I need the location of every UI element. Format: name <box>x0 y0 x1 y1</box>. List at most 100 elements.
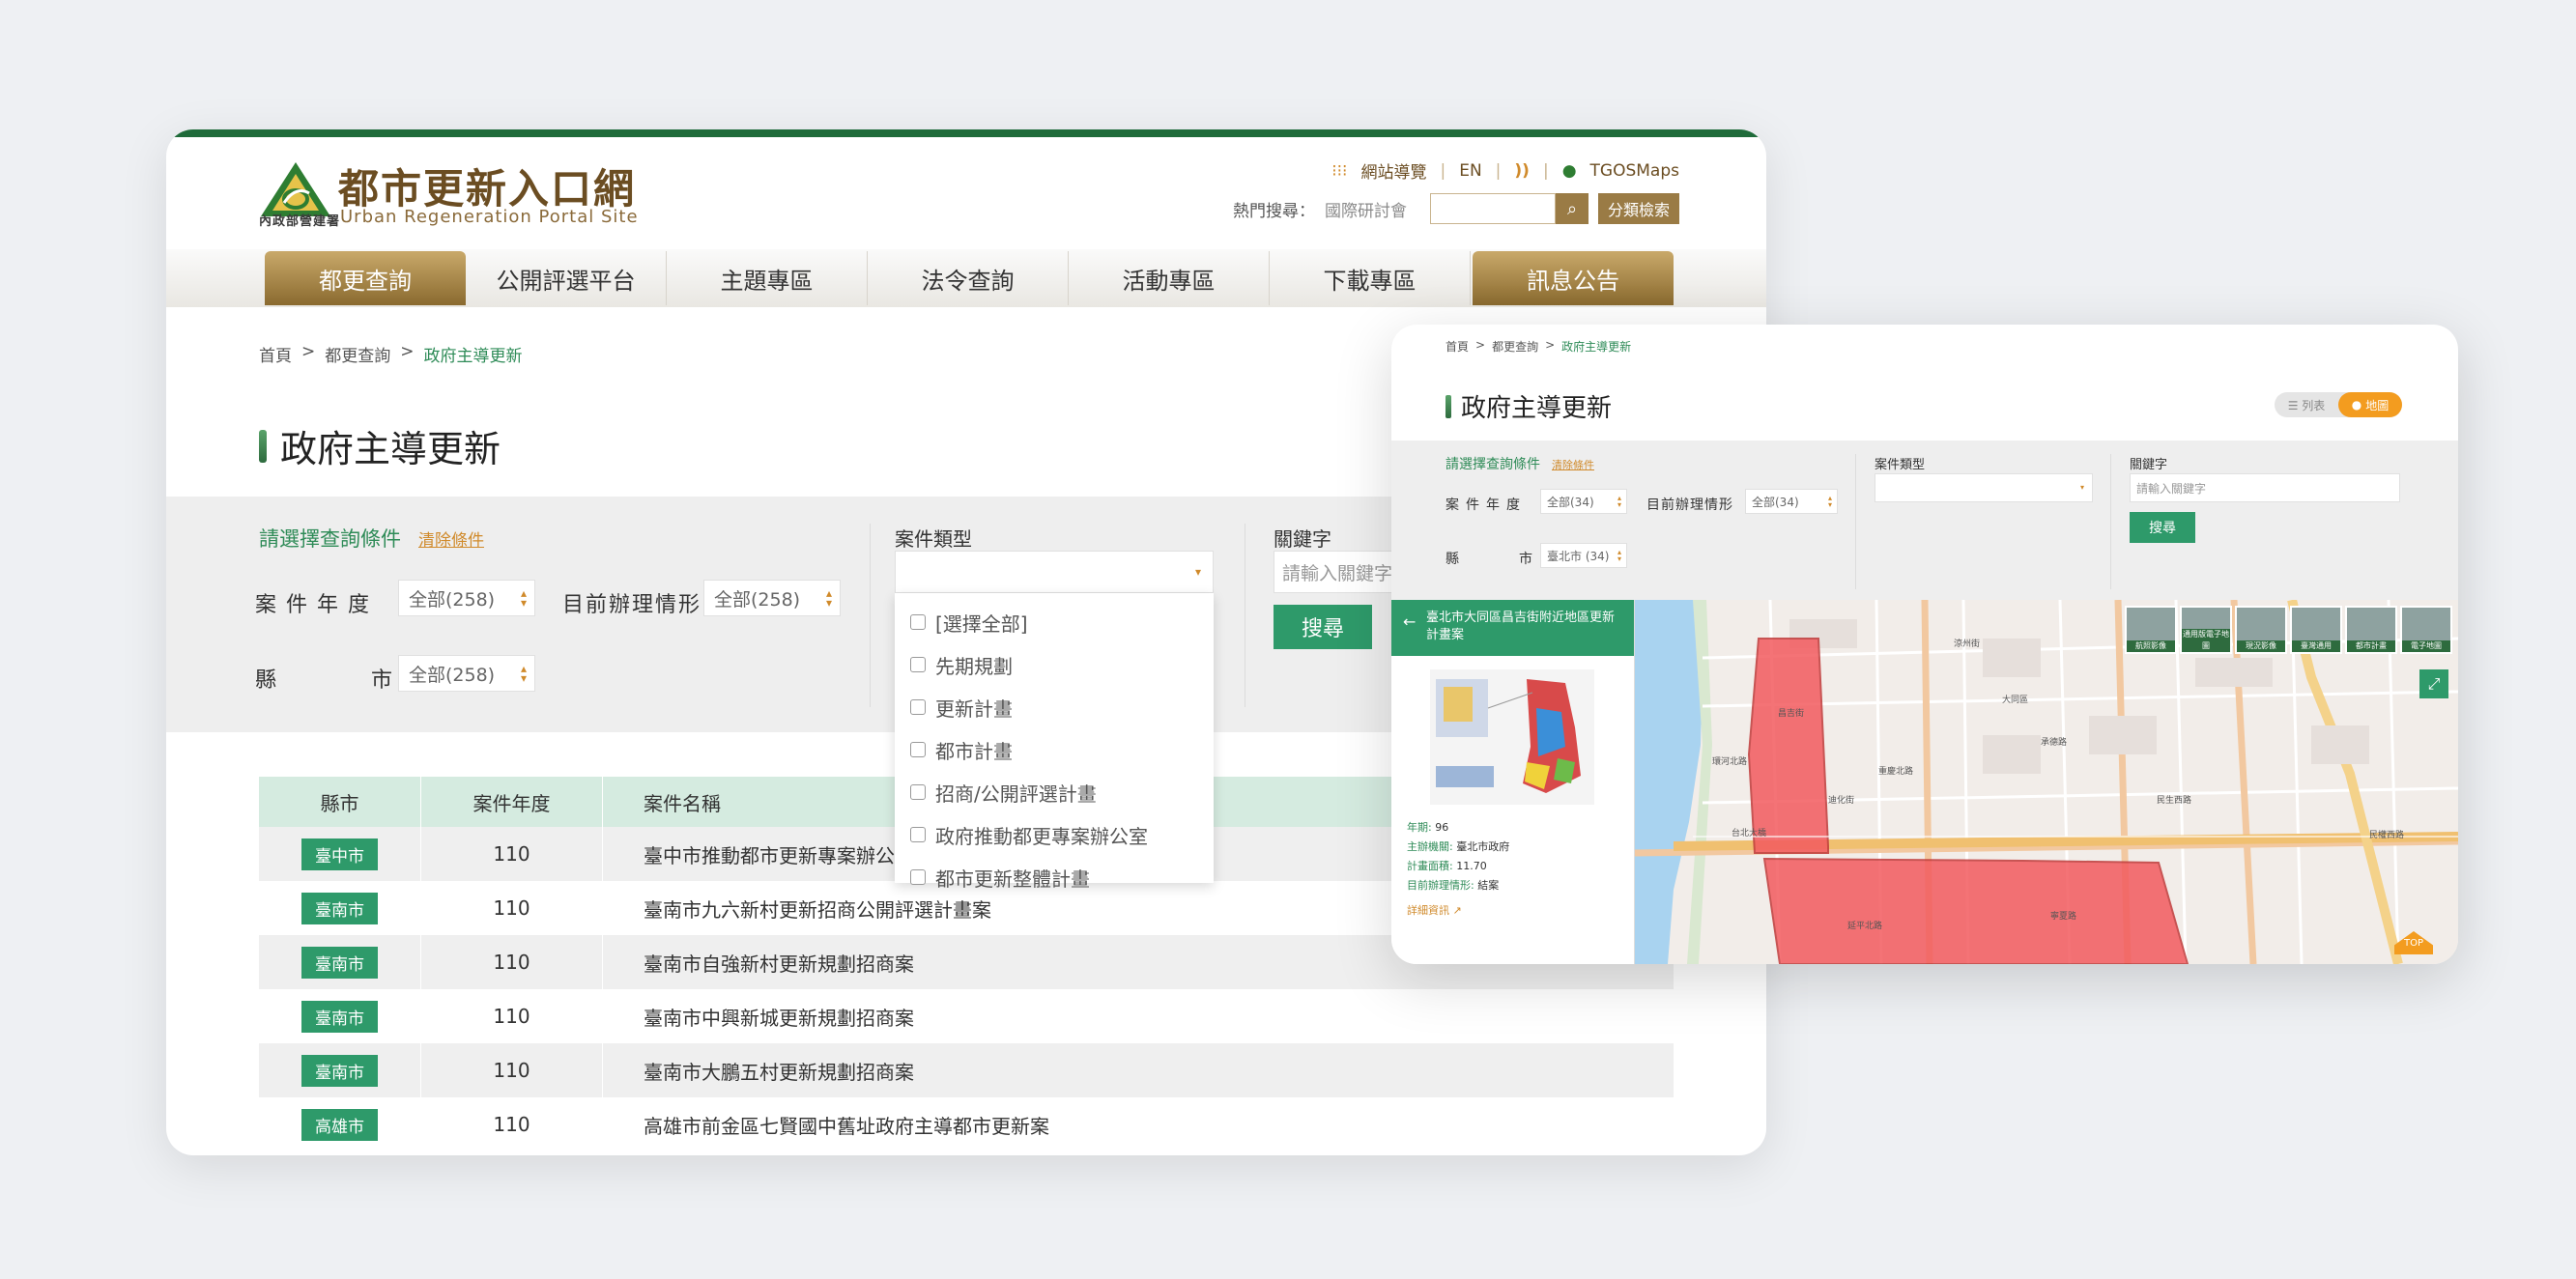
county-tag: 臺南市 <box>301 946 378 979</box>
sitemap-link[interactable]: 網站導覽 <box>1360 158 1426 183</box>
list-view-button[interactable]: ☰ 列表 <box>2275 397 2338 413</box>
hot-search-word[interactable]: 國際研討會 <box>1325 197 1407 221</box>
map-layer-button[interactable]: 現況影像 <box>2235 606 2287 654</box>
table-row[interactable]: 臺南市 110 臺南市大鵬五村更新規劃招商案 <box>259 1043 1674 1097</box>
checkbox-icon[interactable] <box>910 784 926 800</box>
option-label: 都市計畫 <box>935 739 1013 763</box>
county-select[interactable]: 全部(258) ▴ ▾ <box>398 655 535 692</box>
category-search-button[interactable]: 分類檢索 <box>1597 193 1679 224</box>
checkbox-icon[interactable] <box>910 869 926 885</box>
breadcrumb-home[interactable]: 首頁 <box>259 342 292 366</box>
cell-county: 臺南市 <box>259 989 421 1043</box>
checkbox-icon[interactable] <box>910 827 926 842</box>
case-type-dropdown: [選擇全部] 先期規劃 更新計畫 都市計畫 招商/公開評選計畫 政府推動都更專案… <box>895 593 1214 891</box>
keyword-input[interactable]: 請輸入關鍵字 <box>2130 473 2400 502</box>
nav-item-downloads[interactable]: 下載專區 <box>1270 251 1471 305</box>
map-layer-button[interactable]: 通用版電子地圖 <box>2180 606 2232 654</box>
county-tag: 臺南市 <box>301 1054 378 1087</box>
nav-item-news[interactable]: 訊息公告 <box>1473 251 1674 305</box>
status-select-value: 全部(34) <box>1752 495 1799 509</box>
breadcrumb-level1[interactable]: 都更查詢 <box>325 342 390 366</box>
search-button[interactable]: ⌕ <box>1555 193 1589 224</box>
cell-county: 高雄市 <box>259 1097 421 1151</box>
dropdown-option[interactable]: 先期規劃 <box>895 643 1214 686</box>
year-label: 案件年度 <box>1445 497 1527 513</box>
status-select-value: 全部(258) <box>714 588 801 611</box>
cell-name[interactable]: 高雄市前金區七賢國中舊址政府主導都市更新案 <box>603 1097 1674 1151</box>
map-view-button[interactable]: ● 地圖 <box>2338 392 2402 417</box>
stepper-arrows-icon: ▴ ▾ <box>1827 494 1832 509</box>
case-plan-thumbnail[interactable] <box>1430 669 1594 805</box>
dropdown-option[interactable]: 更新計畫 <box>895 686 1214 728</box>
county-select-value: 全部(258) <box>409 664 496 686</box>
dropdown-option[interactable]: 招商/公開評選計畫 <box>895 771 1214 813</box>
map-layer-button[interactable]: 航照影像 <box>2125 606 2177 654</box>
checkbox-icon[interactable] <box>910 742 926 757</box>
map-layer-label: 都市計畫 <box>2347 640 2395 652</box>
case-type-label: 案件類型 <box>1875 458 1926 472</box>
cell-name[interactable]: 臺南市大鵬五村更新規劃招商案 <box>603 1043 1674 1097</box>
page-title: 政府主導更新 <box>259 419 501 472</box>
case-type-select[interactable]: ▾ <box>895 551 1214 593</box>
cell-year: 110 <box>421 827 603 881</box>
case-detail-header: ← 臺北市大同區昌吉街附近地區更新計畫案 <box>1391 600 1634 656</box>
rss-icon[interactable]: )) <box>1514 161 1530 181</box>
checkbox-icon[interactable] <box>910 657 926 672</box>
cell-year: 110 <box>421 1097 603 1151</box>
dropdown-option[interactable]: [選擇全部] <box>895 601 1214 643</box>
case-detail-panel: ← 臺北市大同區昌吉街附近地區更新計畫案 年期: 96 主辦機關: 臺北市政府 … <box>1391 600 1635 964</box>
checkbox-icon[interactable] <box>910 699 926 715</box>
dropdown-option[interactable]: 都市更新整體計畫 <box>895 856 1214 898</box>
county-tag: 高雄市 <box>301 1108 378 1141</box>
table-row[interactable]: 臺南市 110 臺南市中興新城更新規劃招商案 <box>259 989 1674 1043</box>
cell-name[interactable]: 臺南市中興新城更新規劃招商案 <box>603 989 1674 1043</box>
breadcrumb-home[interactable]: 首頁 <box>1445 338 1469 355</box>
dropdown-option[interactable]: 都市計畫 <box>895 728 1214 771</box>
breadcrumb-current: 政府主導更新 <box>423 347 523 366</box>
tgosmaps-link[interactable]: TGOSMaps <box>1590 161 1679 181</box>
map-label: 大同區 <box>2002 696 2029 705</box>
back-arrow-icon[interactable]: ← <box>1403 613 1416 631</box>
case-type-select[interactable]: ▾ <box>1875 473 2093 502</box>
english-link[interactable]: EN <box>1459 161 1481 181</box>
map-layer-button[interactable]: 都市計畫 <box>2345 606 2397 654</box>
cell-year: 110 <box>421 935 603 989</box>
search-icon: ⌕ <box>1566 198 1578 219</box>
nav-item-selection[interactable]: 公開評選平台 <box>466 251 667 305</box>
table-row[interactable]: 高雄市 110 高雄市前金區七賢國中舊址政府主導都市更新案 <box>259 1097 1674 1151</box>
filter-search-button[interactable]: 搜尋 <box>1274 605 1372 649</box>
nav-item-laws[interactable]: 法令查詢 <box>868 251 1069 305</box>
breadcrumb-separator: > <box>400 342 415 361</box>
map-layer-button[interactable]: 電子地圖 <box>2400 606 2452 654</box>
clear-filter-link[interactable]: 清除條件 <box>418 526 484 551</box>
clear-filter-link[interactable]: 清除條件 <box>1552 457 1594 472</box>
checkbox-icon[interactable] <box>910 614 926 630</box>
nav-item-topics[interactable]: 主題專區 <box>667 251 868 305</box>
year-select[interactable]: 全部(258) ▴ ▾ <box>398 580 535 616</box>
county-select[interactable]: 臺北市 (34) ▴ ▾ <box>1540 543 1627 568</box>
breadcrumb-level1[interactable]: 都更查詢 <box>1492 338 1538 355</box>
map-label: 民權西路 <box>2369 831 2405 840</box>
filter-heading-text: 請選擇查詢條件 <box>1445 457 1540 472</box>
status-select[interactable]: 全部(258) ▴ ▾ <box>703 580 841 616</box>
filter-search-button[interactable]: 搜尋 <box>2130 512 2195 543</box>
info-key: 計畫面積: <box>1407 860 1453 872</box>
list-view-label: 列表 <box>2302 398 2326 412</box>
status-label: 目前辦理情形 <box>1646 497 1733 513</box>
map-label: 重慶北路 <box>1878 767 1914 777</box>
fullscreen-icon[interactable]: ⤢ <box>2419 669 2448 698</box>
status-select[interactable]: 全部(34) ▴ ▾ <box>1745 489 1838 514</box>
stepper-arrows-icon: ▴ ▾ <box>520 662 527 685</box>
year-select[interactable]: 全部(34) ▴ ▾ <box>1540 489 1627 514</box>
nav-item-query[interactable]: 都更查詢 <box>265 251 466 305</box>
site-search-input[interactable] <box>1429 193 1556 224</box>
map-layer-button[interactable]: 臺灣通用 <box>2290 606 2342 654</box>
main-nav: 都更查詢 公開評選平台 主題專區 法令查詢 活動專區 下載專區 訊息公告 <box>166 249 1766 307</box>
overlay-page-title: 政府主導更新 <box>1445 388 1612 424</box>
nav-item-events[interactable]: 活動專區 <box>1069 251 1270 305</box>
logo-subtitle: Urban Regeneration Portal Site <box>340 207 639 227</box>
dropdown-option[interactable]: 政府推動都更專案辦公室 <box>895 813 1214 856</box>
map-canvas[interactable]: 台北大橋 民權西路 昌吉街 重慶北路 承德路 大同區 民生西路 延平北路 環河北… <box>1635 600 2458 964</box>
stepper-arrows-icon: ▴ ▾ <box>1617 548 1621 563</box>
case-more-link[interactable]: 詳細資訊 <box>1407 904 1449 917</box>
